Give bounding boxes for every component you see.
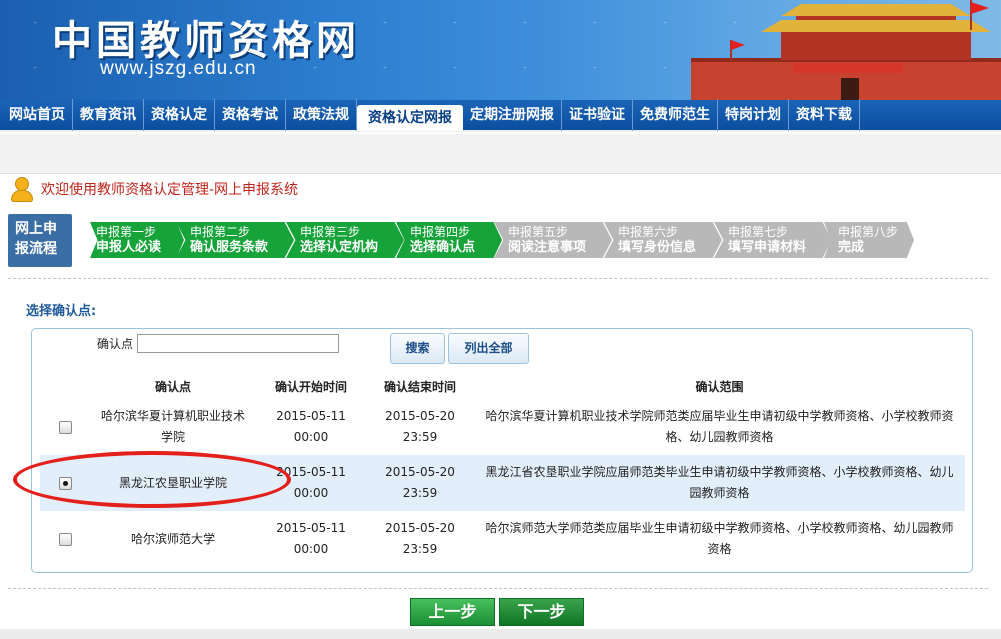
step-2: 申报第二步 确认服务条款 (176, 222, 294, 258)
row-scope: 哈尔滨师范大学师范类应届毕业生申请初级中学教师资格、小学校教师资格、幼儿园教师资… (485, 521, 954, 556)
divider (8, 588, 988, 589)
row-start: 2015-05-11 00:00 (256, 511, 366, 567)
row-end-date: 2015-05-20 (385, 465, 455, 479)
row-end-date: 2015-05-20 (385, 409, 455, 423)
row-end-time: 23:59 (402, 430, 438, 444)
row-start-date: 2015-05-11 (276, 465, 346, 479)
divider (8, 278, 988, 279)
bottom-bar (0, 629, 1001, 639)
flow-label: 网上申 报流程 (8, 214, 72, 267)
row-end-date: 2015-05-20 (385, 521, 455, 535)
nav-item-exam[interactable]: 资格考试 (215, 99, 286, 131)
nav-item-registration[interactable]: 定期注册网报 (463, 99, 562, 131)
step-title: 选择认定机构 (300, 240, 379, 255)
row-end-time: 23:59 (402, 542, 438, 556)
step-number: 申报第二步 (190, 225, 251, 239)
nav-item-news[interactable]: 教育资讯 (73, 99, 144, 131)
step-number: 申报第一步 (96, 225, 157, 239)
step-1: 申报第一步 申报人必读 (90, 222, 184, 258)
user-icon (8, 176, 36, 202)
step-number: 申报第四步 (410, 225, 471, 239)
step-title: 阅读注意事项 (508, 240, 587, 255)
site-url: www.jszg.edu.cn (100, 58, 257, 79)
row-end-time: 23:59 (402, 486, 438, 500)
header-select (40, 373, 90, 399)
row-start-time: 00:00 (293, 430, 329, 444)
step-number: 申报第七步 (728, 225, 789, 239)
step-title: 填写申请材料 (728, 240, 807, 255)
confirmation-point-panel: 确认点 搜索 列出全部 确认点 确认开始时间 确认结束时间 确认范围 哈尔滨华夏… (31, 328, 973, 573)
step-title: 确认服务条款 (190, 240, 269, 255)
step-8: 申报第八步 完成 (824, 222, 914, 258)
next-step-button[interactable]: 下一步 (499, 598, 584, 626)
row-start: 2015-05-11 00:00 (256, 399, 366, 455)
search-input[interactable] (137, 334, 340, 353)
site-banner: 中国教师资格网 www.jszg.edu.cn (0, 0, 1001, 100)
row-start-date: 2015-05-11 (276, 409, 346, 423)
step-5: 申报第五步 阅读注意事项 (494, 222, 612, 258)
header-end: 确认结束时间 (383, 379, 456, 394)
row-end: 2015-05-20 23:59 (366, 399, 474, 455)
nav-item-online-application[interactable]: 资格认定网报 (357, 105, 463, 131)
table-header: 确认点 确认开始时间 确认结束时间 确认范围 (40, 373, 965, 399)
flow-label-line2: 报流程 (15, 241, 57, 257)
row-scope: 哈尔滨华夏计算机职业技术学院师范类应届毕业生申请初级中学教师资格、小学校教师资格… (485, 409, 954, 444)
row-scope: 黑龙江省农垦职业学院应届师范类毕业生申请初级中学教师资格、小学校教师资格、幼儿园… (485, 465, 954, 500)
search-button[interactable]: 搜索 (390, 333, 445, 364)
tiananmen-icon (691, 0, 1001, 100)
main-nav: 网站首页 教育资讯 资格认定 资格考试 政策法规 资格认定网报 定期注册网报 证… (0, 99, 1001, 132)
table-row[interactable]: 哈尔滨师范大学 2015-05-11 00:00 2015-05-20 23:5… (40, 511, 965, 567)
step-6: 申报第六步 填写身份信息 (604, 222, 722, 258)
welcome-bar: 欢迎使用教师资格认定管理-网上申报系统 (8, 176, 298, 202)
list-all-button[interactable]: 列出全部 (448, 333, 529, 364)
nav-item-special-post[interactable]: 特岗计划 (718, 99, 789, 131)
nav-item-home[interactable]: 网站首页 (2, 99, 73, 131)
row-name: 黑龙江农垦职业学院 (118, 475, 227, 490)
table-row[interactable]: 黑龙江农垦职业学院 2015-05-11 00:00 2015-05-20 23… (40, 455, 965, 511)
application-flow: 网上申 报流程 申报第一步 申报人必读 申报第二步 确认服务条款 申报第三步 选… (8, 214, 983, 270)
step-number: 申报第八步 (838, 225, 899, 239)
step-number: 申报第六步 (618, 225, 679, 239)
row-name: 哈尔滨华夏计算机职业技术学院 (100, 409, 245, 444)
nav-item-downloads[interactable]: 资料下载 (789, 99, 860, 131)
header-start: 确认开始时间 (274, 379, 347, 394)
search-label: 确认点 (97, 337, 134, 351)
welcome-text: 欢迎使用教师资格认定管理-网上申报系统 (41, 182, 299, 198)
step-title: 填写身份信息 (618, 240, 697, 255)
row-end: 2015-05-20 23:59 (366, 455, 474, 511)
row-name: 哈尔滨师范大学 (130, 531, 215, 546)
row-start-time: 00:00 (293, 486, 329, 500)
flow-label-line1: 网上申 (15, 221, 57, 237)
row-end: 2015-05-20 23:59 (366, 511, 474, 567)
step-7: 申报第七步 填写申请材料 (714, 222, 832, 258)
nav-item-policy[interactable]: 政策法规 (286, 99, 357, 131)
section-title: 选择确认点: (26, 304, 97, 319)
row-start-date: 2015-05-11 (276, 521, 346, 535)
confirmation-point-table: 确认点 确认开始时间 确认结束时间 确认范围 哈尔滨华夏计算机职业技术学院 20… (40, 373, 965, 567)
nav-item-free-normal[interactable]: 免费师范生 (633, 99, 718, 131)
step-title: 完成 (838, 240, 865, 255)
table-row[interactable]: 哈尔滨华夏计算机职业技术学院 2015-05-11 00:00 2015-05-… (40, 399, 965, 455)
nav-item-verify[interactable]: 证书验证 (562, 99, 633, 131)
row-start-time: 00:00 (293, 542, 329, 556)
step-title: 申报人必读 (96, 240, 162, 255)
row-start: 2015-05-11 00:00 (256, 455, 366, 511)
header-scope: 确认范围 (695, 379, 744, 394)
step-number: 申报第五步 (508, 225, 569, 239)
nav-item-certification[interactable]: 资格认定 (144, 99, 215, 131)
step-3: 申报第三步 选择认定机构 (286, 222, 404, 258)
row-radio[interactable] (58, 476, 72, 490)
sub-bar (0, 134, 1001, 174)
row-radio[interactable] (58, 420, 72, 434)
search-row: 确认点 (97, 334, 340, 353)
step-4: 申报第四步 选择确认点 (396, 222, 502, 258)
header-name: 确认点 (154, 379, 191, 394)
row-radio[interactable] (58, 532, 72, 546)
step-number: 申报第三步 (300, 225, 361, 239)
step-title: 选择确认点 (410, 240, 476, 255)
prev-step-button[interactable]: 上一步 (410, 598, 495, 626)
